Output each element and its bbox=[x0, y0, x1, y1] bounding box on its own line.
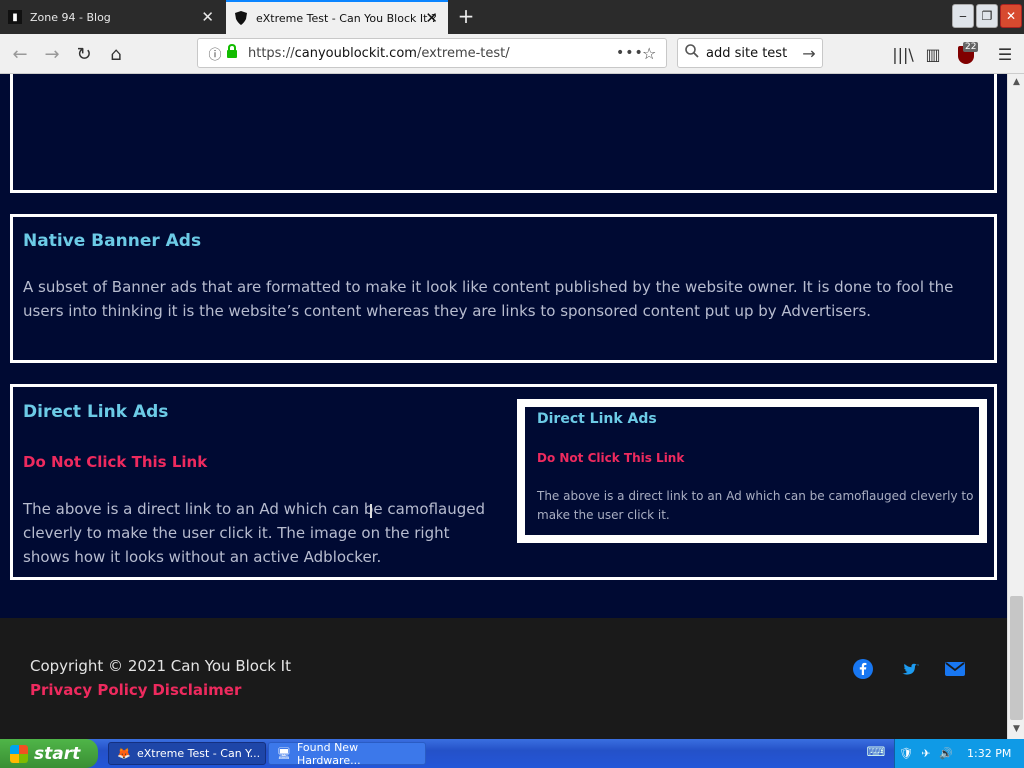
preview-link: Do Not Click This Link bbox=[537, 451, 685, 465]
direct-link-text: The above is a direct link to an Ad whic… bbox=[23, 500, 486, 566]
vertical-scrollbar[interactable]: ▲ ▼ bbox=[1007, 74, 1024, 739]
search-input[interactable]: add site test bbox=[706, 46, 796, 61]
text-cursor bbox=[370, 504, 372, 518]
native-banner-heading: Native Banner Ads bbox=[23, 231, 202, 251]
scroll-up-icon[interactable]: ▲ bbox=[1010, 76, 1023, 89]
tab-zone94-blog[interactable]: ▮ Zone 94 - Blog ✕ bbox=[0, 0, 224, 34]
start-label: start bbox=[34, 743, 81, 764]
firefox-icon: 🦊 bbox=[117, 746, 131, 760]
menu-icon[interactable]: ☰ bbox=[994, 42, 1016, 66]
disclaimer-link[interactable]: Disclaimer bbox=[152, 681, 241, 699]
url-text[interactable]: https://canyoublockit.com/extreme-test/ bbox=[248, 46, 616, 61]
email-icon[interactable] bbox=[944, 658, 966, 680]
system-tray: 🛡 ✈ 🔊 1:32 PM bbox=[894, 739, 1024, 768]
native-banner-ads-card: Native Banner Ads A subset of Banner ads… bbox=[10, 214, 997, 363]
zone94-favicon-icon: ▮ bbox=[8, 10, 22, 24]
taskbar-item-hardware[interactable]: 🖥 Found New Hardware... bbox=[268, 740, 426, 767]
keyboard-icon[interactable]: ⌨ bbox=[866, 745, 886, 761]
preview-heading: Direct Link Ads bbox=[537, 411, 657, 427]
forward-icon[interactable]: → bbox=[40, 42, 64, 66]
library-icon[interactable]: |||\ bbox=[892, 42, 914, 66]
direct-link-ads-card: Direct Link Ads Do Not Click This Link T… bbox=[10, 384, 997, 580]
scroll-down-icon[interactable]: ▼ bbox=[1010, 723, 1023, 736]
twitter-icon[interactable] bbox=[898, 658, 920, 680]
ublock-badge: 22 bbox=[963, 42, 979, 52]
url-scheme: https:// bbox=[248, 45, 295, 61]
tab-title: eXtreme Test - Can You Block It ? bbox=[256, 11, 437, 25]
site-footer: Copyright © 2021 Can You Block It Privac… bbox=[0, 618, 1007, 739]
footer-links: Privacy Policy Disclaimer bbox=[30, 681, 241, 699]
security-shield-icon[interactable]: 🛡 bbox=[897, 747, 915, 760]
url-host: canyoublockit.com bbox=[294, 45, 417, 61]
direct-link-heading: Direct Link Ads bbox=[23, 402, 169, 422]
taskbar-item-label: Found New Hardware... bbox=[296, 740, 361, 767]
new-tab-button[interactable]: + bbox=[456, 5, 476, 27]
hardware-icon: 🖥 bbox=[277, 746, 291, 760]
reload-icon[interactable]: ↻ bbox=[72, 42, 96, 66]
shield-favicon-icon bbox=[234, 11, 248, 25]
nav-toolbar: ← → ↻ ⌂ ⓘ https://canyoublockit.com/extr… bbox=[0, 34, 1024, 74]
search-bar[interactable]: add site test → bbox=[677, 38, 823, 68]
ublock-icon[interactable]: 22 bbox=[956, 42, 979, 66]
clock[interactable]: 1:32 PM bbox=[967, 747, 1011, 760]
volume-icon[interactable]: 🔊 bbox=[937, 747, 955, 760]
tab-extreme-test[interactable]: eXtreme Test - Can You Block It ? ✕ bbox=[226, 0, 448, 34]
native-banner-text: A subset of Banner ads that are formatte… bbox=[23, 278, 954, 320]
tab-close-icon[interactable]: ✕ bbox=[201, 8, 214, 26]
page-actions-icon[interactable]: ••• bbox=[616, 45, 643, 61]
start-button[interactable]: start bbox=[0, 739, 98, 768]
windows-logo-icon bbox=[10, 744, 28, 763]
tab-strip: ▮ Zone 94 - Blog ✕ eXtreme Test - Can Yo… bbox=[0, 0, 1024, 34]
windows-taskbar: start 🦊 eXtreme Test - Can Y... 🖥 Found … bbox=[0, 739, 1024, 768]
bookmark-star-icon[interactable]: ☆ bbox=[642, 44, 666, 63]
scroll-thumb[interactable] bbox=[1010, 596, 1023, 720]
search-icon bbox=[678, 44, 706, 62]
home-icon[interactable]: ⌂ bbox=[104, 42, 128, 66]
preview-text: The above is a direct link to an Ad whic… bbox=[537, 489, 974, 522]
network-icon[interactable]: ✈ bbox=[917, 747, 935, 760]
facebook-icon[interactable] bbox=[852, 658, 874, 680]
url-path: /extreme-test/ bbox=[416, 45, 510, 61]
back-icon[interactable]: ← bbox=[8, 42, 32, 66]
taskbar-item-label: eXtreme Test - Can Y... bbox=[137, 747, 261, 760]
tab-title: Zone 94 - Blog bbox=[30, 10, 111, 24]
direct-link-preview-image: Direct Link Ads Do Not Click This Link T… bbox=[517, 399, 987, 543]
sidebar-icon[interactable]: ▥ bbox=[922, 42, 944, 66]
restore-button[interactable]: ❐ bbox=[976, 4, 998, 28]
page-viewport: Native Banner Ads A subset of Banner ads… bbox=[0, 74, 1007, 739]
close-window-button[interactable]: ✕ bbox=[1000, 4, 1022, 28]
privacy-policy-link[interactable]: Privacy Policy bbox=[30, 681, 148, 699]
tab-close-icon[interactable]: ✕ bbox=[425, 9, 438, 27]
info-icon[interactable]: ⓘ bbox=[204, 44, 226, 63]
lock-icon bbox=[226, 43, 242, 62]
do-not-click-link[interactable]: Do Not Click This Link bbox=[23, 453, 207, 471]
content-card-top bbox=[10, 74, 997, 193]
search-go-icon[interactable]: → bbox=[796, 44, 822, 63]
minimize-button[interactable]: ‒ bbox=[952, 4, 974, 28]
taskbar-item-firefox[interactable]: 🦊 eXtreme Test - Can Y... bbox=[108, 742, 266, 765]
url-bar[interactable]: ⓘ https://canyoublockit.com/extreme-test… bbox=[197, 38, 667, 68]
copyright-text: Copyright © 2021 Can You Block It bbox=[30, 657, 291, 675]
